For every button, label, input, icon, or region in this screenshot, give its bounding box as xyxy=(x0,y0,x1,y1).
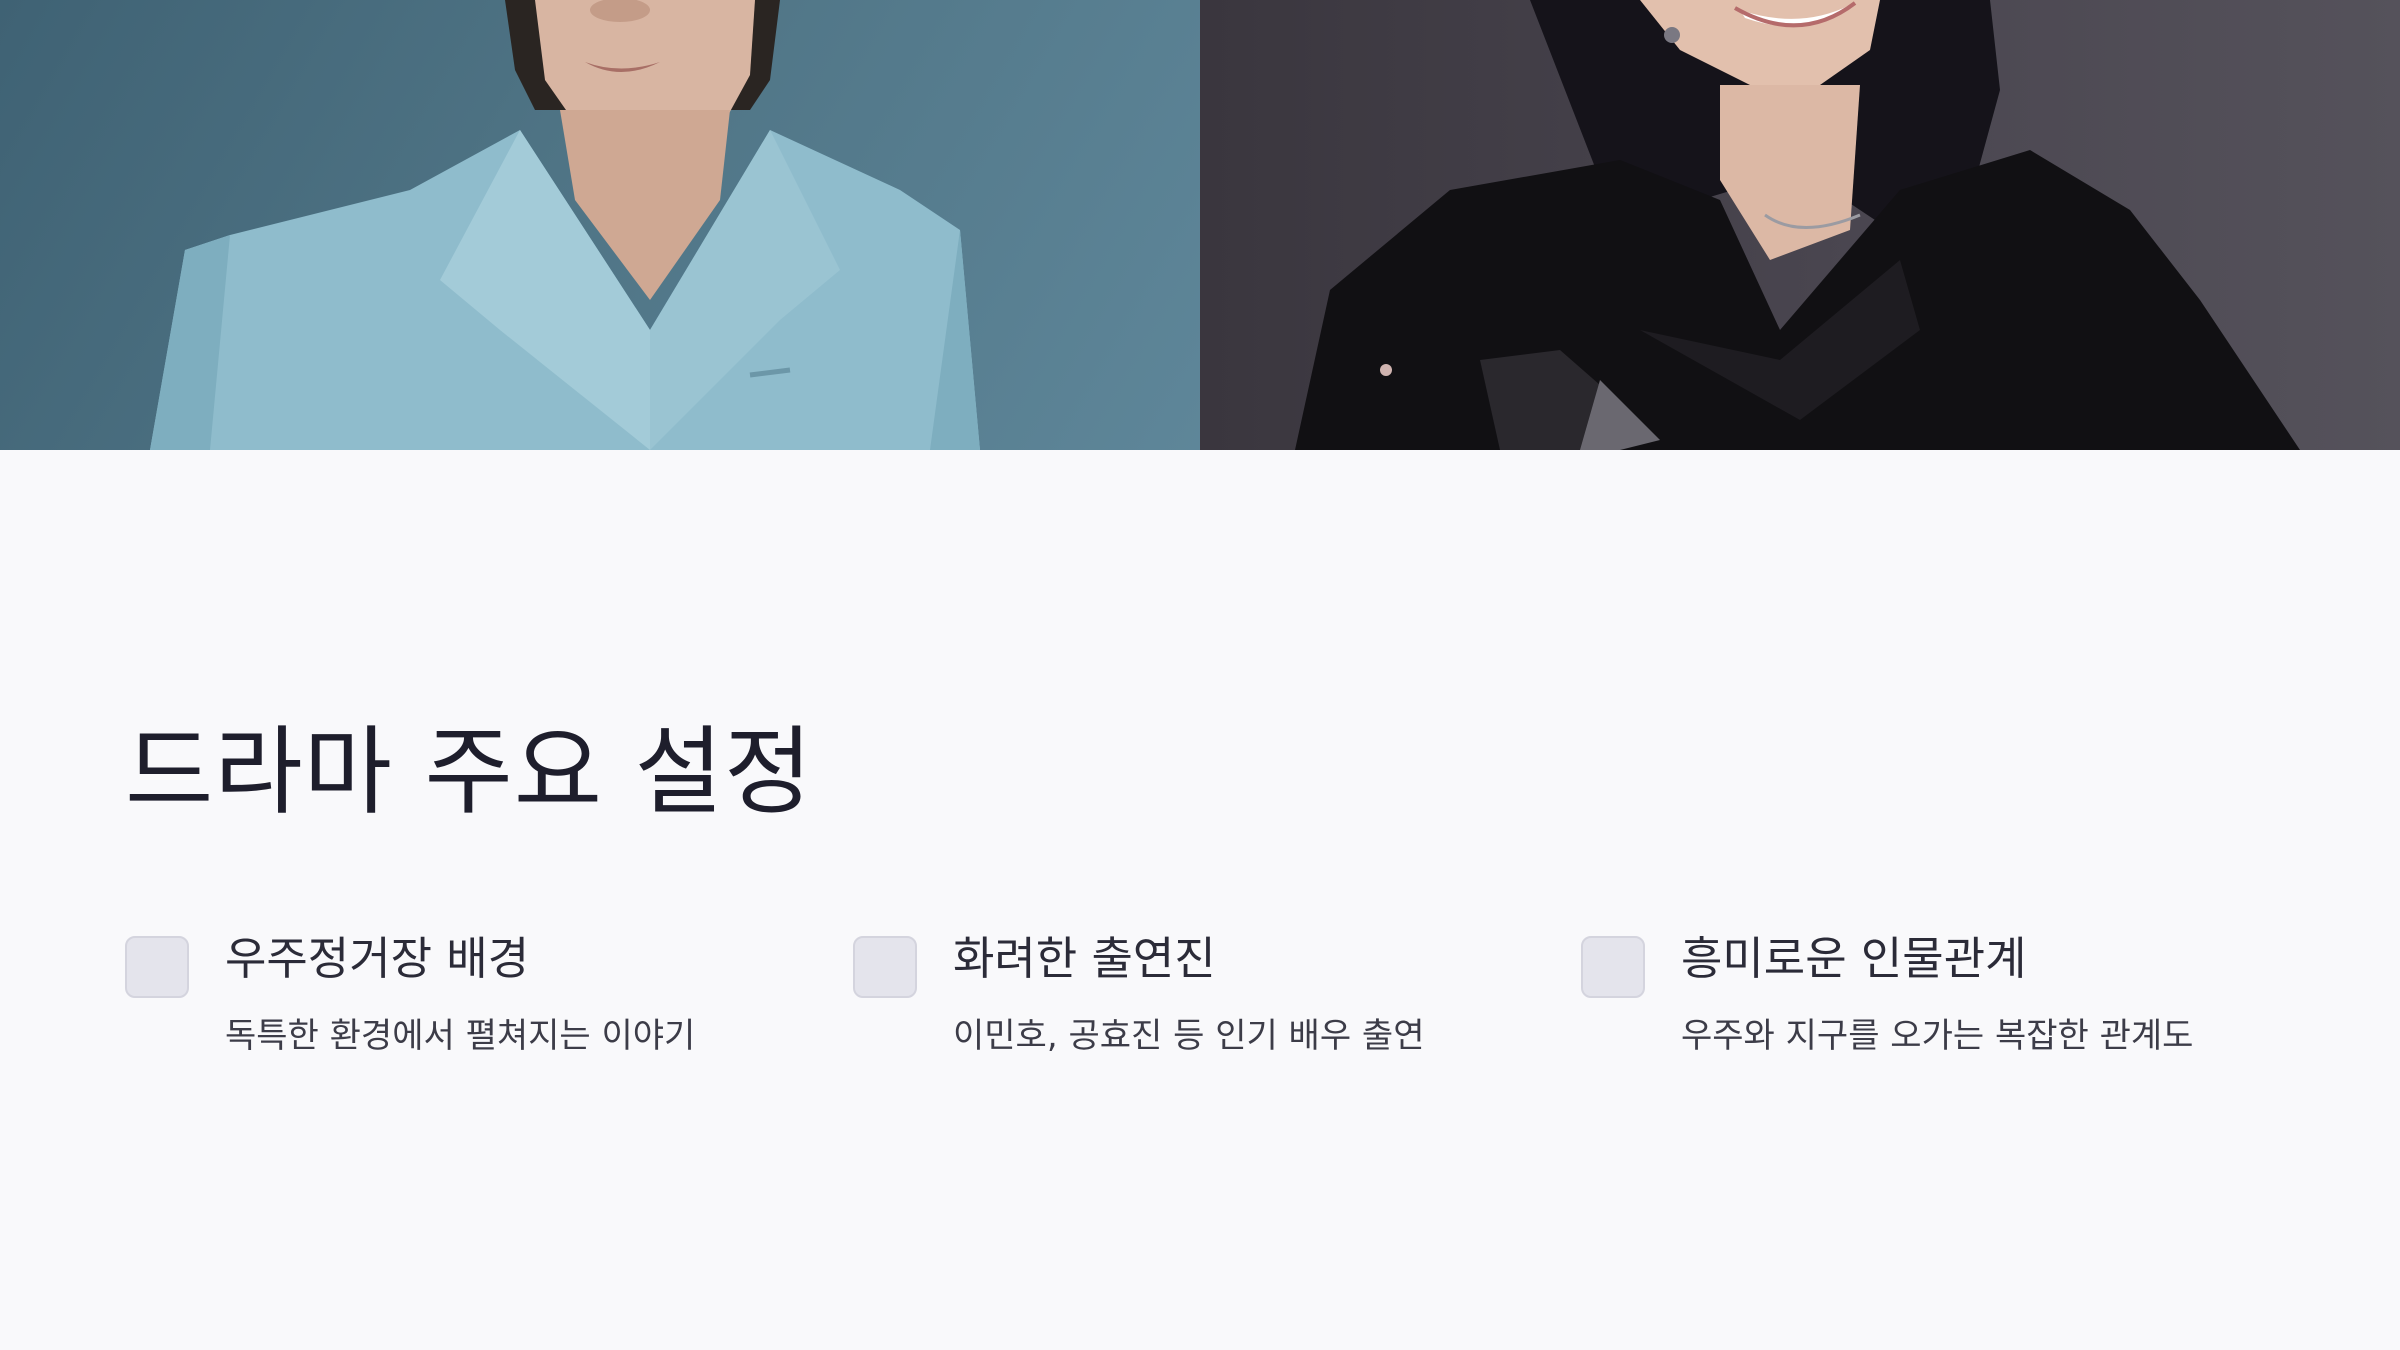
feature-title: 우주정거장 배경 xyxy=(225,932,530,985)
checkbox-icon xyxy=(1581,936,1645,998)
photo-banner xyxy=(0,0,2400,450)
woman-portrait-image xyxy=(1295,0,2300,450)
man-portrait-image xyxy=(150,0,980,450)
photo-left xyxy=(0,0,1200,450)
feature-description: 이민호, 공효진 등 인기 배우 출연 xyxy=(953,1016,1425,1056)
checkbox-icon xyxy=(125,936,189,998)
feature-title: 흥미로운 인물관계 xyxy=(1681,932,2027,985)
feature-title: 화려한 출연진 xyxy=(953,932,1216,985)
feature-description: 우주와 지구를 오가는 복잡한 관계도 xyxy=(1681,1016,2194,1056)
page-title: 드라마 주요 설정 xyxy=(125,716,814,828)
checkbox-icon xyxy=(853,936,917,998)
photo-right xyxy=(1200,0,2400,450)
slide: 드라마 주요 설정 우주정거장 배경 독특한 환경에서 펼쳐지는 이야기 화려한… xyxy=(0,0,2400,1350)
feature-description: 독특한 환경에서 펼쳐지는 이야기 xyxy=(225,1016,696,1056)
